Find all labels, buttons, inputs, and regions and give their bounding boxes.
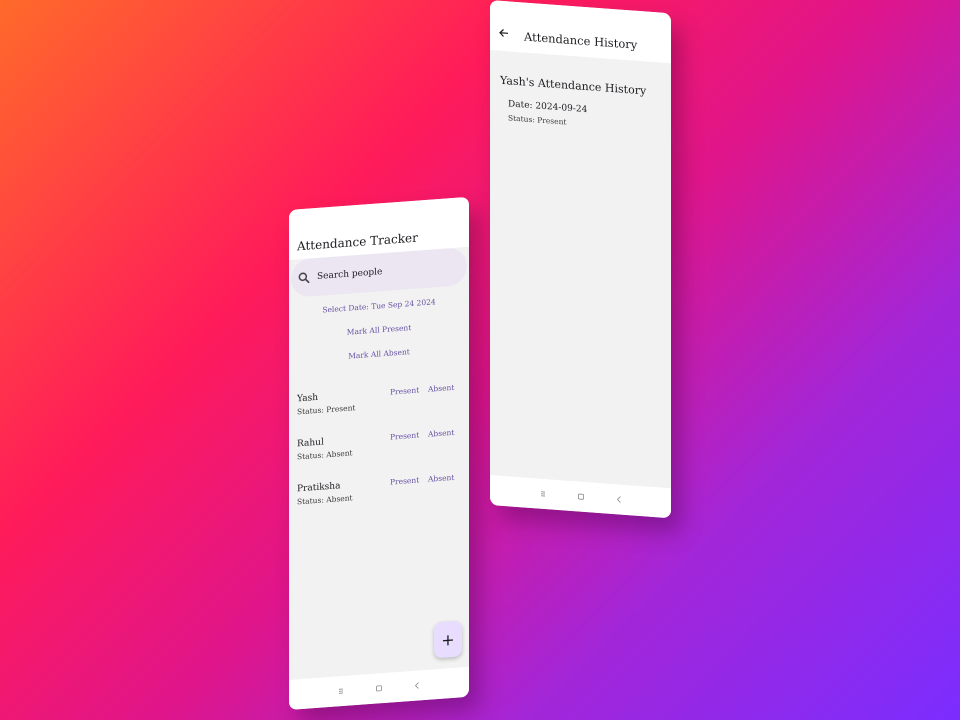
people-list: Yash Status: Present Present Absent Rahu… [289,368,469,516]
attendance-history-screen: Attendance History Yash's Attendance His… [490,0,671,519]
page-title: Attendance Tracker [297,230,418,254]
back-arrow-icon[interactable] [498,27,510,40]
person-status: Status: Absent [297,448,353,462]
mark-present-button[interactable]: Present [390,385,419,396]
record-status: Status: Present [508,113,567,127]
record-date: Date: 2024-09-24 [508,99,588,116]
mark-present-button[interactable]: Present [390,475,419,486]
history-heading: Yash's Attendance History [500,73,647,98]
home-square-icon[interactable] [575,490,587,503]
person-name: Yash [297,392,319,405]
add-person-button[interactable]: + [434,620,462,659]
home-square-icon[interactable] [373,682,385,695]
mark-absent-button[interactable]: Absent [428,473,454,484]
search-input[interactable] [317,262,447,282]
mark-absent-button[interactable]: Absent [428,383,454,394]
person-status: Status: Present [297,403,356,417]
mark-all-present-button[interactable]: Mark All Present [289,319,469,341]
select-date-button[interactable]: Select Date: Tue Sep 24 2024 [289,295,469,317]
system-nav-bar [289,666,469,710]
system-nav-bar [490,475,671,519]
mark-absent-button[interactable]: Absent [428,428,454,439]
attendance-tracker-screen: Attendance Tracker Select Date: Tue Sep … [289,196,469,711]
search-icon [298,272,310,284]
menu-icon[interactable] [537,487,549,500]
page-title: Attendance History [524,29,638,52]
person-status: Status: Absent [297,493,353,507]
history-app-bar: Attendance History [490,0,671,64]
menu-icon[interactable] [335,685,347,698]
mark-present-button[interactable]: Present [390,430,419,441]
chevron-left-icon[interactable] [411,679,423,692]
person-name: Rahul [297,437,324,450]
mark-all-absent-button[interactable]: Mark All Absent [289,343,469,365]
person-name: Pratiksha [297,481,341,495]
chevron-left-icon[interactable] [613,493,625,506]
